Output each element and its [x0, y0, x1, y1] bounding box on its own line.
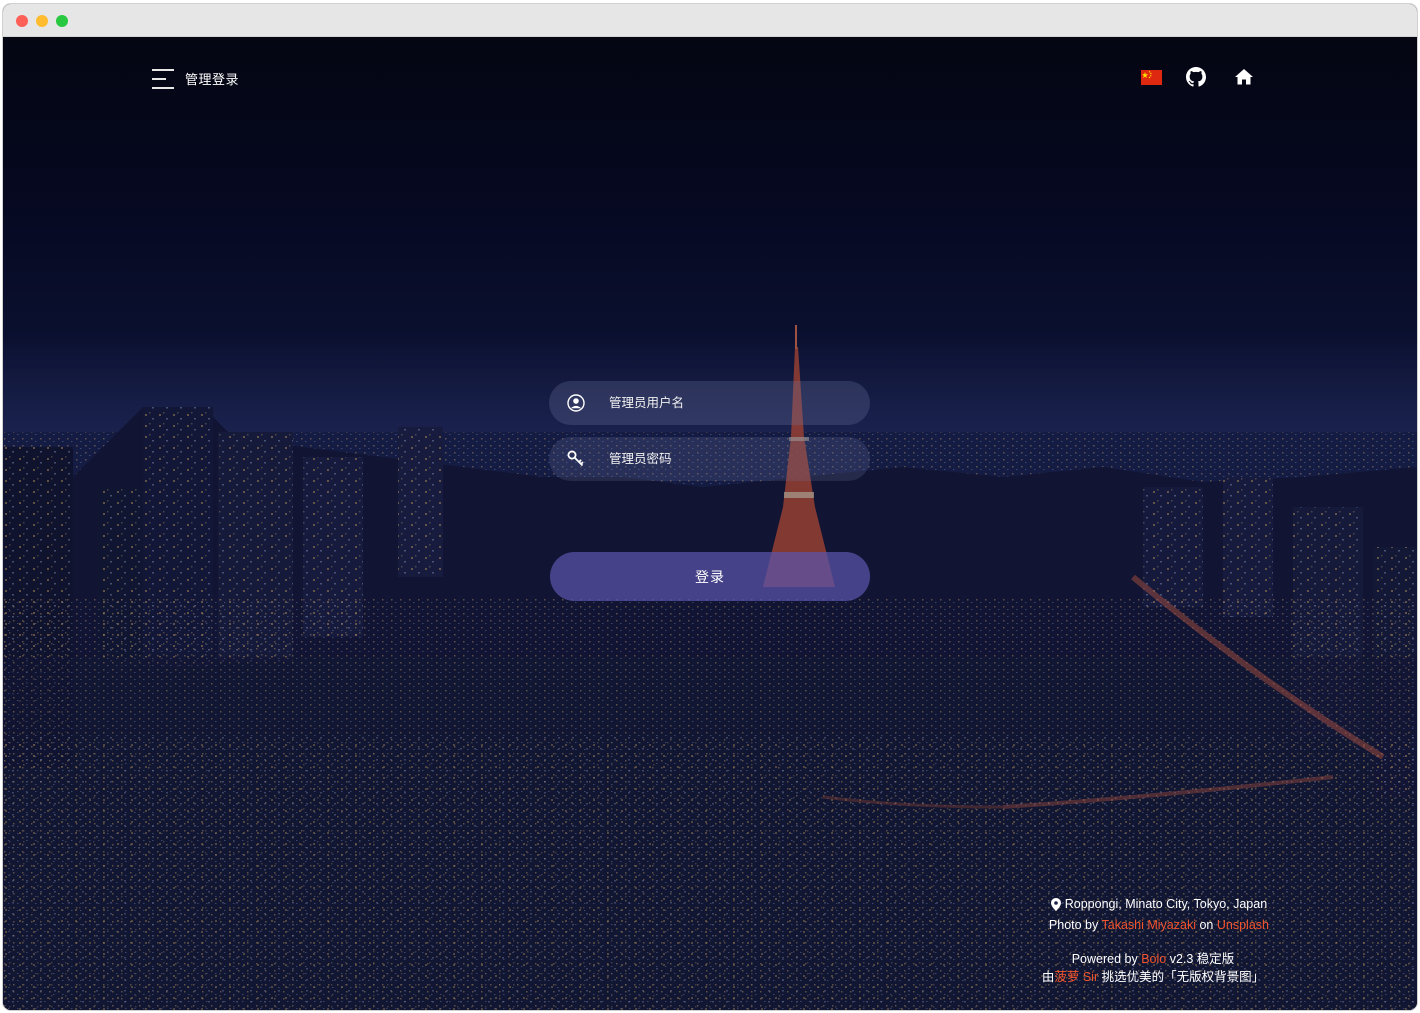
photographer-link[interactable]: Takashi Miyazaki: [1102, 918, 1196, 932]
top-navigation-bar: 管理登录: [3, 37, 1417, 117]
unsplash-link[interactable]: Unsplash: [1217, 918, 1269, 932]
footer: Powered by Bolo v2.3 稳定版 由菠萝 Sir 挑选优美的「无…: [1003, 950, 1303, 986]
city-background-photo: [3, 37, 1417, 1010]
page-title: 管理登录: [185, 72, 240, 87]
password-input[interactable]: [609, 437, 859, 481]
photo-credit: Roppongi, Minato City, Tokyo, Japan Phot…: [1049, 895, 1269, 934]
bolo-link[interactable]: Bolo: [1141, 952, 1166, 966]
username-input[interactable]: [609, 381, 859, 425]
powered-by-label: Powered by: [1071, 952, 1138, 966]
photo-by-label: Photo by: [1048, 917, 1099, 932]
username-field[interactable]: [549, 381, 870, 425]
location-text: Roppongi, Minato City, Tokyo, Japan: [1064, 897, 1268, 911]
by-label: 由: [1041, 970, 1055, 984]
photo-location: Roppongi, Minato City, Tokyo, Japan: [1050, 895, 1268, 913]
curator-link[interactable]: 菠萝 Sir: [1054, 970, 1098, 984]
github-icon[interactable]: [1186, 67, 1206, 87]
hamburger-menu-icon[interactable]: [152, 69, 174, 89]
password-field[interactable]: [549, 437, 870, 481]
minimize-window-button[interactable]: [36, 15, 48, 27]
window-titlebar: [3, 4, 1417, 37]
login-button[interactable]: 登录: [550, 552, 870, 601]
close-window-button[interactable]: [16, 15, 28, 27]
powered-by-line: Powered by Bolo v2.3 稳定版: [1003, 950, 1303, 968]
map-pin-icon: [1050, 897, 1061, 911]
china-flag-icon[interactable]: [1141, 70, 1162, 85]
china-flag-stars: [1141, 71, 1152, 79]
maximize-window-button[interactable]: [56, 15, 68, 27]
curator-suffix: 挑选优美的「无版权背景图」: [1101, 970, 1265, 984]
on-label: on: [1199, 917, 1214, 932]
user-circle-icon: [567, 394, 585, 412]
browser-window: 管理登录 管理员用户名 登录 Roppongi, Minato City, To…: [3, 4, 1417, 1010]
version-label: v2.3 稳定版: [1169, 952, 1235, 966]
home-icon[interactable]: [1234, 67, 1254, 87]
login-page: 管理登录 管理员用户名 登录 Roppongi, Minato City, To…: [3, 37, 1417, 1010]
curator-line: 由菠萝 Sir 挑选优美的「无版权背景图」: [1003, 968, 1303, 986]
key-icon: [567, 450, 584, 467]
photographer-line: Photo by Takashi Miyazaki on Unsplash: [1049, 916, 1269, 934]
